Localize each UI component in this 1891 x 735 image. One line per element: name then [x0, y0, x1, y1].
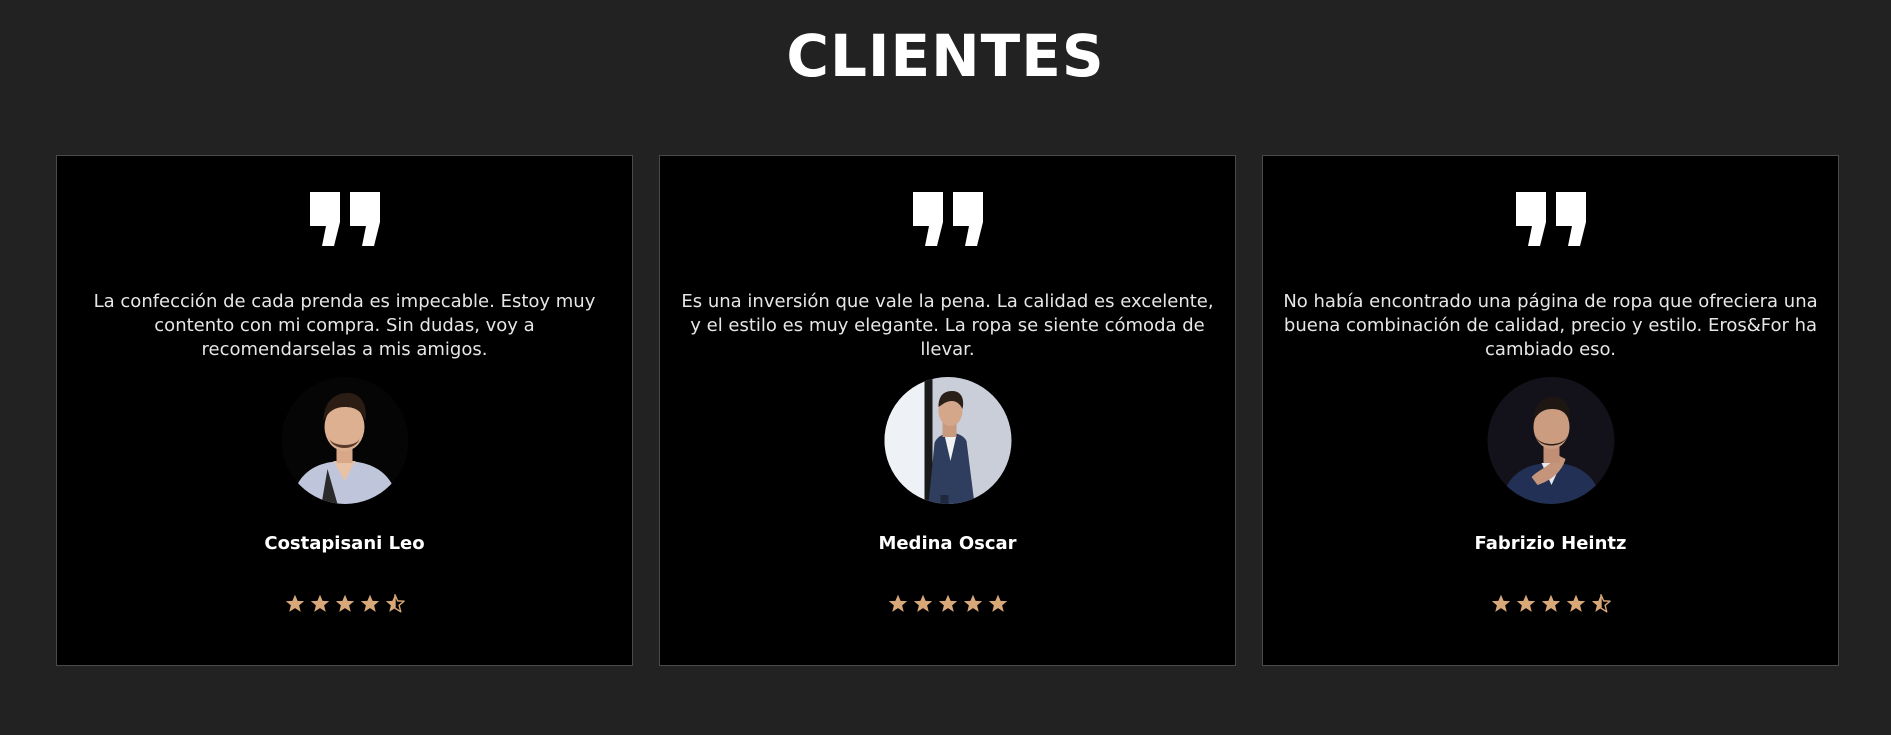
client-name: Fabrizio Heintz	[1474, 533, 1627, 554]
client-avatar	[884, 377, 1011, 504]
testimonial-text: No había encontrado una página de ropa q…	[1283, 291, 1818, 360]
star-icon	[310, 594, 329, 612]
testimonial-card: La confección de cada prenda es impecabl…	[56, 155, 633, 666]
section-title: CLIENTES	[786, 22, 1105, 90]
star-rating	[284, 593, 405, 614]
star-icon	[1566, 594, 1585, 612]
testimonial-card: Es una inversión que vale la pena. La ca…	[659, 155, 1236, 666]
star-icon	[335, 594, 354, 612]
star-icon	[360, 594, 379, 612]
star-half-icon	[385, 594, 405, 613]
testimonial-card: No había encontrado una página de ropa q…	[1262, 155, 1839, 666]
client-photo	[884, 377, 1011, 504]
star-icon	[1491, 594, 1510, 612]
star-icon	[285, 594, 304, 612]
client-avatar	[281, 377, 408, 504]
star-half-icon	[1591, 594, 1611, 613]
quote-icon	[1515, 192, 1586, 246]
star-icon	[913, 594, 932, 612]
quote-icon	[309, 192, 380, 246]
client-name: Costapisani Leo	[264, 533, 425, 554]
star-icon	[963, 594, 982, 612]
star-icon	[1541, 594, 1560, 612]
testimonial-cards: La confección de cada prenda es impecabl…	[56, 155, 1839, 666]
testimonial-text: La confección de cada prenda es impecabl…	[93, 291, 596, 360]
star-icon	[988, 594, 1007, 612]
star-rating	[1490, 593, 1611, 614]
star-icon	[1516, 594, 1535, 612]
client-avatar	[1487, 377, 1614, 504]
star-icon	[938, 594, 957, 612]
client-photo	[281, 377, 408, 504]
client-name: Medina Oscar	[878, 533, 1017, 554]
testimonial-text: Es una inversión que vale la pena. La ca…	[681, 291, 1214, 360]
star-rating	[887, 593, 1008, 614]
client-photo	[1487, 377, 1614, 504]
quote-icon	[912, 192, 983, 246]
star-icon	[888, 594, 907, 612]
